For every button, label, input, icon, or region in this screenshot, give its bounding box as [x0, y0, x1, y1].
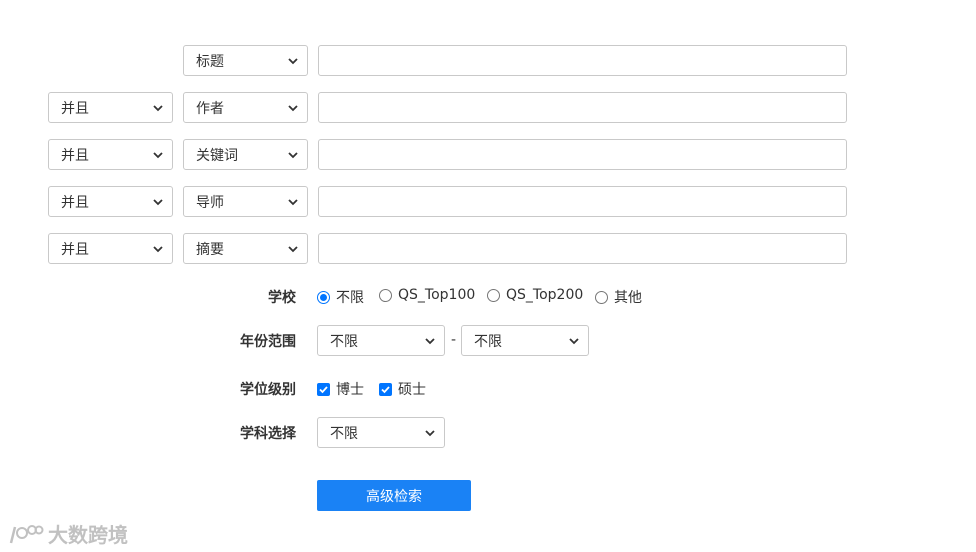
search-input-5[interactable] — [318, 233, 847, 264]
logic-select-4[interactable]: 并且 — [48, 186, 173, 217]
field-select-2[interactable]: 作者 — [183, 92, 308, 123]
year-to-value: 不限 — [474, 333, 502, 350]
logic-select-3[interactable]: 并且 — [48, 139, 173, 170]
field-select-5-value: 摘要 — [196, 241, 224, 258]
chevron-down-icon — [425, 338, 435, 345]
year-from-select[interactable]: 不限 — [317, 325, 445, 356]
field-select-4-value: 导师 — [196, 194, 224, 211]
year-range-separator: - — [451, 332, 457, 348]
chevron-down-icon — [288, 58, 298, 65]
school-label: 学校 — [268, 290, 296, 306]
school-option-label: 不限 — [336, 290, 364, 306]
degree-option-label: 硕士 — [398, 382, 426, 398]
subject-select[interactable]: 不限 — [317, 417, 445, 448]
field-select-1[interactable]: 标题 — [183, 45, 308, 76]
chevron-down-icon — [153, 199, 163, 206]
field-select-5[interactable]: 摘要 — [183, 233, 308, 264]
logic-select-4-value: 并且 — [61, 194, 89, 211]
watermark: 大数跨境 — [8, 519, 128, 548]
radio-icon — [379, 288, 392, 302]
radio-icon — [487, 288, 500, 302]
search-input-1[interactable] — [318, 45, 847, 76]
chevron-down-icon — [288, 246, 298, 253]
chevron-down-icon — [288, 199, 298, 206]
school-option-other[interactable]: 其他 — [595, 287, 642, 307]
degree-option-phd[interactable]: 博士 — [317, 379, 364, 399]
logic-select-5-value: 并且 — [61, 241, 89, 258]
chevron-down-icon — [153, 152, 163, 159]
chevron-down-icon — [153, 246, 163, 253]
logic-select-2-value: 并且 — [61, 100, 89, 117]
watermark-logo-icon — [9, 524, 44, 543]
checkbox-checked-icon — [317, 382, 330, 396]
logic-select-2[interactable]: 并且 — [48, 92, 173, 123]
checkbox-checked-icon — [379, 382, 392, 396]
logic-select-3-value: 并且 — [61, 147, 89, 164]
search-input-2[interactable] — [318, 92, 847, 123]
advanced-search-form: 标题 并且 作者 并且 关键词 并且 导师 并且 摘要 学校 不限 QS_Top… — [0, 0, 976, 552]
radio-icon — [595, 290, 608, 304]
degree-option-master[interactable]: 硕士 — [379, 379, 426, 399]
year-from-value: 不限 — [330, 333, 358, 350]
watermark-text: 大数跨境 — [48, 523, 128, 547]
logic-select-5[interactable]: 并且 — [48, 233, 173, 264]
degree-option-label: 博士 — [336, 382, 364, 398]
degree-label: 学位级别 — [240, 382, 296, 398]
chevron-down-icon — [153, 105, 163, 112]
search-input-3[interactable] — [318, 139, 847, 170]
chevron-down-icon — [288, 152, 298, 159]
field-select-1-value: 标题 — [196, 53, 224, 70]
school-option-unlimited[interactable]: 不限 — [317, 287, 364, 307]
school-option-qs-top200[interactable]: QS_Top200 — [487, 287, 583, 303]
radio-selected-icon — [317, 290, 330, 304]
subject-select-value: 不限 — [330, 425, 358, 442]
field-select-3-value: 关键词 — [196, 147, 238, 164]
field-select-4[interactable]: 导师 — [183, 186, 308, 217]
chevron-down-icon — [569, 338, 579, 345]
year-to-select[interactable]: 不限 — [461, 325, 589, 356]
school-option-label: QS_Top100 — [398, 287, 476, 303]
year-range-label: 年份范围 — [240, 334, 296, 350]
chevron-down-icon — [425, 430, 435, 437]
school-option-label: QS_Top200 — [506, 287, 584, 303]
advanced-search-button[interactable]: 高级检索 — [317, 480, 471, 511]
search-input-4[interactable] — [318, 186, 847, 217]
school-option-qs-top100[interactable]: QS_Top100 — [379, 287, 475, 303]
subject-label: 学科选择 — [240, 426, 296, 442]
field-select-2-value: 作者 — [196, 100, 224, 117]
field-select-3[interactable]: 关键词 — [183, 139, 308, 170]
school-option-label: 其他 — [614, 290, 642, 306]
chevron-down-icon — [288, 105, 298, 112]
